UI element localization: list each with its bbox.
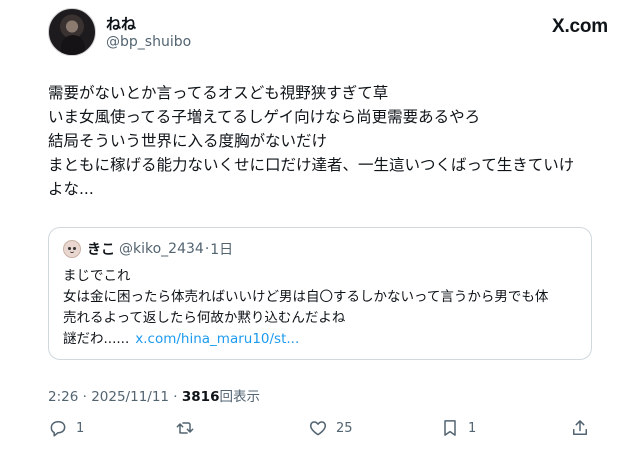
tweet-line: いま女風使ってる子増えてるしゲイ向けなら尚更需要あるやろ <box>48 108 481 126</box>
bookmark-icon <box>444 420 456 436</box>
tweet-time[interactable]: 2:26 <box>48 389 78 405</box>
like-count: 25 <box>336 420 353 436</box>
tweet-header: ねね @bp_shuibo X.com <box>48 8 608 58</box>
tweet-line: まともに稼げる能力ないくせに口だけ達者、一生這いつくばって生きていけ <box>48 156 575 174</box>
x-logo[interactable]: X.com <box>552 16 608 38</box>
like-button[interactable]: 25 <box>308 415 353 441</box>
reply-count: 1 <box>76 420 85 436</box>
meta-separator: · <box>78 389 92 405</box>
action-bar: 1 25 1 <box>48 415 596 441</box>
tweet-date[interactable]: 2025/11/11 <box>91 389 169 405</box>
quoted-author-avatar[interactable] <box>63 240 81 258</box>
quoted-author-handle[interactable]: @kiko_2434 <box>119 241 204 257</box>
quoted-link[interactable]: x.com/hina_maru10/st... <box>135 331 299 347</box>
tweet-line: 結局そういう世界に入る度胸がないだけ <box>48 132 328 150</box>
bookmark-button[interactable]: 1 <box>440 415 476 441</box>
reply-button[interactable]: 1 <box>48 415 84 441</box>
tweet-meta: 2:26 · 2025/11/11 · 3816回表示 <box>48 385 260 405</box>
avatar-mouth <box>70 251 74 253</box>
author-display-name[interactable]: ねね <box>106 13 136 34</box>
quoted-tweet-header: きこ @kiko_2434 · 1日 <box>63 239 233 259</box>
share-button[interactable] <box>570 415 590 441</box>
retweet-icon <box>176 422 194 434</box>
author-avatar[interactable] <box>48 8 96 56</box>
retweet-button[interactable] <box>175 415 195 441</box>
avatar-eye-right <box>73 247 76 250</box>
tweet-line: 需要がないとか言ってるオスども視野狭すぎて草 <box>48 84 389 102</box>
share-icon <box>573 420 587 435</box>
heart-icon <box>309 421 327 436</box>
views-label: 回表示 <box>219 389 260 405</box>
quoted-separator: · <box>204 241 210 257</box>
quoted-line: まじでこれ <box>63 268 131 284</box>
quoted-line: 売れるよって返したら何故か黙り込むんだよね <box>63 310 346 326</box>
tweet-text: 需要がないとか言ってるオスども視野狭すぎて草 いま女風使ってる子増えてるしゲイ向… <box>48 81 608 201</box>
reply-icon <box>50 421 66 437</box>
quoted-tweet-text: まじでこれ 女は金に困ったら体売ればいいけど男は自〇するしかないって言うから男で… <box>63 266 583 350</box>
quoted-tweet-card[interactable]: きこ @kiko_2434 · 1日 まじでこれ 女は金に困ったら体売ればいいけ… <box>48 227 592 360</box>
author-handle[interactable]: @bp_shuibo <box>106 34 191 50</box>
views-count: 3816 <box>181 389 220 405</box>
bookmark-count: 1 <box>468 420 477 436</box>
avatar-eye-left <box>68 247 71 250</box>
quoted-last-line: 謎だわ...... x.com/hina_maru10/st... <box>63 329 583 350</box>
tweet-line: よな... <box>48 180 94 198</box>
quoted-line: 謎だわ...... <box>63 331 130 347</box>
meta-separator: · <box>169 389 182 405</box>
quoted-timestamp[interactable]: 1日 <box>210 239 233 259</box>
quoted-author-name[interactable]: きこ <box>87 239 115 259</box>
quoted-line: 女は金に困ったら体売ればいいけど男は自〇するしかないって言うから男でも体 <box>63 289 549 305</box>
